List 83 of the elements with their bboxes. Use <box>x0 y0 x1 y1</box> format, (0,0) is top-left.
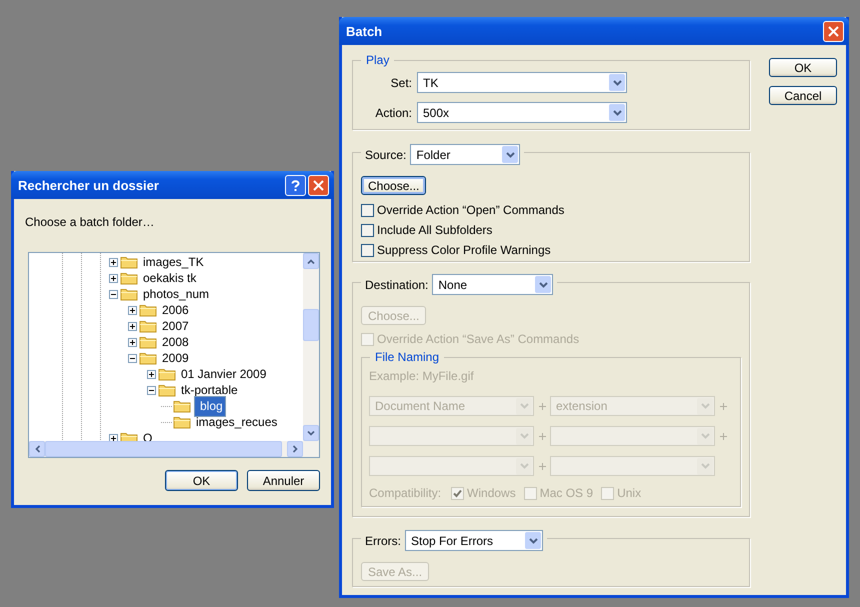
folder-name[interactable]: 2007 <box>160 318 191 334</box>
folder-icon <box>120 271 138 285</box>
scroll-thumb[interactable] <box>45 441 282 457</box>
chevron-up-icon <box>307 258 315 264</box>
chevron-right-icon <box>292 445 298 453</box>
checkbox[interactable] <box>361 244 374 256</box>
field-label: Action: <box>374 106 412 120</box>
checkbox-label: Override Action “Save As” Commands <box>377 332 580 346</box>
expander-icon[interactable] <box>147 386 156 394</box>
close-icon <box>313 180 324 190</box>
folder-icon <box>158 383 176 397</box>
folder-name[interactable]: photos_num <box>141 286 212 302</box>
close-icon <box>828 26 839 36</box>
folder-icon <box>139 351 157 365</box>
group-title: Errors: <box>365 534 401 548</box>
expander-icon[interactable] <box>128 354 137 362</box>
window-title: Rechercher un dossier <box>18 178 159 192</box>
folder-name[interactable]: 2008 <box>160 334 191 350</box>
group-title: Destination: <box>365 278 428 292</box>
checkbox-label: Windows <box>467 486 516 500</box>
choose-button[interactable]: Choose... <box>361 176 426 195</box>
scroll-down-button[interactable] <box>303 425 319 441</box>
example-text: Example: MyFile.gif <box>369 369 475 385</box>
dropdown-field[interactable]: Stop For Errors <box>405 530 543 551</box>
chevron-down-icon <box>307 430 315 436</box>
folder-icon <box>139 303 157 317</box>
folder-name[interactable]: 2006 <box>160 302 191 318</box>
scroll-left-button[interactable] <box>29 441 45 457</box>
checkbox[interactable] <box>361 224 374 236</box>
close-button[interactable] <box>823 20 844 42</box>
scroll-up-button[interactable] <box>303 253 319 269</box>
compatibility-label: Compatibility: <box>369 486 442 500</box>
chevron-left-icon <box>34 445 40 453</box>
folder-icon <box>173 415 191 429</box>
folder-name[interactable]: 2009 <box>160 350 191 366</box>
checkbox-label: Unix <box>617 486 642 500</box>
expander-icon[interactable] <box>128 306 137 314</box>
window-title: Batch <box>346 24 382 38</box>
dialog-button[interactable]: Annuler <box>247 470 320 491</box>
expander-icon[interactable] <box>128 338 137 346</box>
vertical-scrollbar[interactable] <box>303 253 319 441</box>
group-title: File Naming <box>370 350 444 364</box>
folder-name[interactable]: images_recues <box>194 414 280 430</box>
expander-icon[interactable] <box>109 274 118 282</box>
expander-icon[interactable] <box>147 370 156 378</box>
scroll-thumb[interactable] <box>303 309 319 341</box>
group-title: Source: <box>365 148 406 162</box>
checkbox-label: Include All Subfolders <box>377 223 492 237</box>
help-button[interactable] <box>285 174 306 196</box>
group-title: Play <box>361 53 394 67</box>
horizontal-scrollbar[interactable] <box>29 441 319 457</box>
expander-icon[interactable] <box>109 258 118 266</box>
folder-name[interactable]: 01 Janvier 2009 <box>179 366 268 382</box>
prompt-text: Choose a batch folder… <box>25 215 156 231</box>
close-button[interactable] <box>308 174 329 196</box>
folder-icon <box>173 399 191 413</box>
folder-icon <box>139 319 157 333</box>
field-label: Set: <box>390 76 412 90</box>
expander-icon[interactable] <box>109 290 118 298</box>
expander-icon[interactable] <box>128 322 137 330</box>
folder-icon <box>158 367 176 381</box>
dialog-button[interactable]: OK <box>769 58 837 77</box>
folder-icon <box>120 255 138 269</box>
expander-icon[interactable] <box>109 434 118 441</box>
folder-name[interactable]: oekakis tk <box>141 270 198 286</box>
folder-name[interactable]: images_TK <box>141 254 206 270</box>
dropdown-field[interactable]: 500x <box>417 102 627 123</box>
checkbox-label: Suppress Color Profile Warnings <box>377 243 551 257</box>
help-icon <box>289 178 302 192</box>
scroll-right-button[interactable] <box>287 441 303 457</box>
folder-icon <box>139 335 157 349</box>
checkbox-label: Mac OS 9 <box>540 486 594 500</box>
dialog-button[interactable]: OK <box>165 470 238 491</box>
checkbox[interactable] <box>361 204 374 216</box>
dropdown-field[interactable]: None <box>432 274 554 295</box>
checkbox-label: Override Action “Open” Commands <box>377 203 564 217</box>
folder-icon <box>120 431 138 441</box>
folder-name[interactable]: tk-portable <box>179 382 240 398</box>
folder-name[interactable]: blog <box>194 396 226 416</box>
folder-icon <box>120 287 138 301</box>
dropdown-field[interactable]: Folder <box>410 144 520 165</box>
dialog-button[interactable]: Cancel <box>769 86 837 105</box>
dropdown-field[interactable]: TK <box>417 72 627 93</box>
